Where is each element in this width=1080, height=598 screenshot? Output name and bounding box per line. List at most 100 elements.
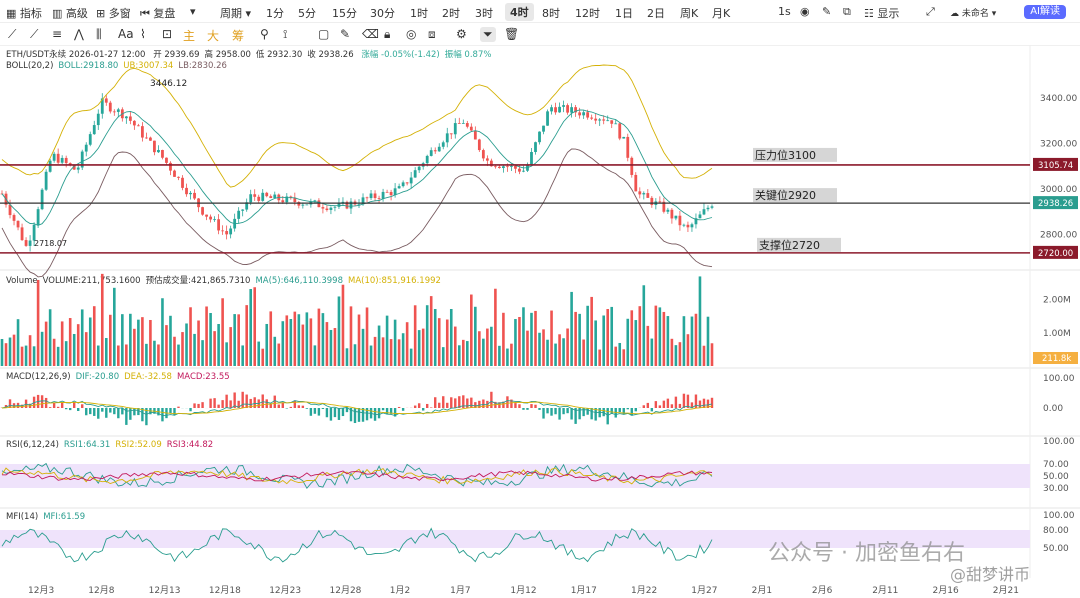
interval-2d[interactable]: 2日	[647, 5, 665, 21]
interval-1d[interactable]: 1日	[615, 5, 633, 21]
wave-tool-icon[interactable]: ⋀	[74, 27, 84, 41]
volume-bar	[634, 320, 638, 366]
line-tool-icon[interactable]: ⟋	[8, 27, 16, 42]
volume-bar	[32, 346, 36, 366]
brush-tool-icon[interactable]: ⌇	[140, 27, 146, 41]
big-tag[interactable]: 大	[207, 27, 219, 44]
fib-tool-icon[interactable]: ⫼	[96, 27, 102, 42]
candle	[602, 119, 606, 121]
volume-legend: Volume VOLUME:211,753.1600 预估成交量:421,865.7…	[6, 276, 441, 286]
camera-icon[interactable]: ◉	[800, 5, 810, 18]
ruler-tool-icon[interactable]: ⊡	[162, 27, 172, 41]
macd-histogram-bar	[197, 403, 200, 408]
rect-tool-icon[interactable]: ▢	[318, 27, 329, 41]
candle	[646, 193, 650, 198]
indicators-button[interactable]: ▦ 指标	[6, 5, 42, 21]
period-button[interactable]: 周期 ▾	[220, 5, 251, 21]
interval-2h[interactable]: 2时	[442, 5, 460, 21]
high-label: 3446.12	[150, 79, 187, 89]
macd-histogram-bar	[514, 403, 517, 408]
ai-interpret-button[interactable]: AI解读	[1024, 5, 1066, 19]
volume-bar	[0, 338, 4, 366]
advanced-button[interactable]: ▥ 高级	[52, 5, 88, 21]
candle	[429, 150, 433, 156]
volume-bar	[289, 319, 293, 366]
candle	[245, 202, 249, 210]
macd-histogram-bar	[478, 400, 481, 408]
interval-12h[interactable]: 12时	[575, 5, 600, 21]
display-button[interactable]: ☷ 显示	[864, 5, 899, 21]
interval-30m[interactable]: 30分	[370, 5, 395, 21]
parallel-tool-icon[interactable]: ≡	[52, 27, 62, 41]
candle	[702, 209, 706, 215]
candle	[349, 201, 353, 209]
volume-tick: 2.00M	[1043, 296, 1071, 306]
pencil-icon[interactable]: ✎	[340, 27, 350, 41]
volume-bar	[498, 345, 501, 366]
price-tick: 3000.00	[1040, 185, 1077, 195]
interval-1m[interactable]: 1分	[266, 5, 284, 21]
trash-icon[interactable]: 🗑︎	[504, 27, 519, 41]
chips-tag[interactable]: 筹	[232, 27, 244, 44]
settings-icon[interactable]: ⚙	[456, 27, 467, 41]
macd-histogram-bar	[193, 403, 196, 408]
volume-bar	[478, 331, 481, 366]
volume-bar	[165, 325, 168, 366]
layers-icon[interactable]: ⧈	[428, 27, 436, 42]
macd-dif-line	[1, 399, 713, 416]
candle	[357, 204, 361, 206]
chart-svg[interactable]: 211.8k 2800.00 3000.00 3200.00 3400.00 2.00M…	[0, 0, 1080, 598]
measure-icon[interactable]: ⟟	[283, 27, 287, 42]
volume-bar	[109, 314, 112, 366]
replay-dropdown-icon[interactable]: ▾	[190, 5, 196, 18]
macd-histogram-bar	[237, 400, 240, 408]
interval-month[interactable]: 月K	[712, 5, 730, 21]
magnet-icon[interactable]: ⚲	[260, 27, 269, 41]
interval-1h[interactable]: 1时	[410, 5, 428, 21]
candle	[566, 105, 569, 113]
ray-tool-icon[interactable]: ⟋	[30, 27, 38, 42]
volume-bar	[96, 345, 100, 366]
macd-histogram-bar	[630, 408, 633, 416]
hide-icon[interactable]: ◎	[406, 27, 416, 41]
candle	[550, 107, 553, 112]
interval-15m[interactable]: 15分	[332, 5, 357, 21]
volume-bar	[518, 316, 521, 366]
macd-histogram-bar	[482, 399, 485, 408]
candle	[341, 201, 345, 204]
x-axis-label: 12月23	[269, 585, 301, 596]
filter-icon[interactable]: ⏷	[480, 27, 496, 42]
multi-window-button[interactable]: ⊞ 多窗	[96, 5, 131, 21]
macd-histogram-bar	[257, 399, 260, 408]
macd-histogram-bar	[12, 403, 16, 408]
macd-histogram-bar	[273, 395, 276, 408]
macd-tick: 100.00	[1043, 374, 1075, 384]
volume-bar	[630, 310, 634, 366]
interval-5m[interactable]: 5分	[298, 5, 316, 21]
fullscreen-icon[interactable]: ⤢	[926, 5, 935, 19]
x-axis-label: 12月8	[88, 585, 114, 596]
eraser-icon[interactable]: ⌫	[362, 27, 379, 41]
copy-icon[interactable]: ⧉	[843, 5, 851, 19]
lock-icon[interactable]: 🔒︎	[384, 27, 390, 42]
volume-bar	[586, 305, 589, 366]
refresh-rate[interactable]: 1s	[778, 5, 791, 18]
interval-week[interactable]: 周K	[680, 5, 698, 21]
volume-bar	[205, 306, 208, 366]
cloud-layout-button[interactable]: ☁ 未命名 ▾	[950, 6, 996, 19]
candle	[28, 240, 32, 246]
interval-4h[interactable]: 4时	[505, 3, 534, 21]
interval-8h[interactable]: 8时	[542, 5, 560, 21]
text-tool-icon[interactable]: Aa	[118, 27, 134, 41]
candle	[606, 120, 610, 122]
volume-bar	[113, 287, 116, 366]
replay-button[interactable]: ⏮ 复盘	[140, 5, 175, 21]
candle	[80, 151, 84, 168]
macd-legend: MACD(12,26,9) DIF:-20.80 DEA:-32.58 MACD:23…	[6, 372, 230, 382]
pen-icon[interactable]: ✎	[822, 5, 831, 18]
interval-3h[interactable]: 3时	[475, 5, 493, 21]
main-tag[interactable]: 主	[183, 27, 195, 44]
macd-histogram-bar	[397, 406, 401, 408]
candle	[650, 197, 654, 205]
volume-bar	[60, 321, 64, 366]
